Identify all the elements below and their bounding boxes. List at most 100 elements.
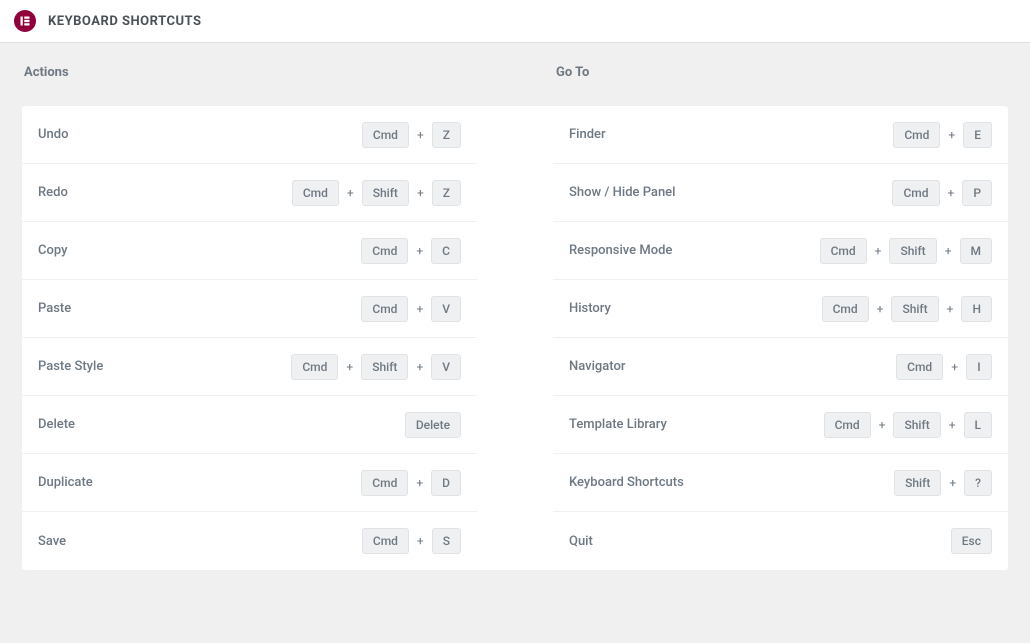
shortcut-row: Delete Delete <box>22 396 477 454</box>
key-separator: + <box>875 244 882 258</box>
shortcut-keys: Cmd + Shift + Z <box>292 180 461 206</box>
key: V <box>431 354 461 380</box>
key: I <box>966 354 992 380</box>
key: Cmd <box>361 296 408 322</box>
key: Shift <box>893 412 940 438</box>
key: E <box>963 122 992 148</box>
shortcut-label: Duplicate <box>38 475 93 490</box>
key-separator: + <box>879 418 886 432</box>
shortcut-row: History Cmd + Shift + H <box>553 280 1008 338</box>
key: ? <box>964 470 992 496</box>
key: Cmd <box>820 238 867 264</box>
dialog-body: Actions Go To Undo Cmd + Z Redo Cmd <box>0 43 1030 592</box>
shortcut-keys: Cmd + S <box>362 528 461 554</box>
key: S <box>432 528 461 554</box>
shortcut-keys: Delete <box>405 412 461 438</box>
shortcut-row: Redo Cmd + Shift + Z <box>22 164 477 222</box>
shortcut-keys: Cmd + Shift + M <box>820 238 992 264</box>
key-separator: + <box>346 360 353 374</box>
key: Z <box>432 122 461 148</box>
key: Shift <box>362 180 409 206</box>
shortcut-row: Copy Cmd + C <box>22 222 477 280</box>
shortcut-label: Paste Style <box>38 359 103 374</box>
key-separator: + <box>347 186 354 200</box>
shortcuts-panel: Undo Cmd + Z Redo Cmd + Shift + Z <box>22 106 1008 570</box>
key: V <box>431 296 461 322</box>
key-separator: + <box>416 476 423 490</box>
key-separator: + <box>417 534 424 548</box>
shortcut-label: Template Library <box>569 417 667 432</box>
key: H <box>961 296 992 322</box>
shortcut-label: Copy <box>38 243 67 258</box>
key-separator: + <box>416 244 423 258</box>
key: M <box>960 238 993 264</box>
shortcut-keys: Cmd + V <box>361 296 461 322</box>
key-separator: + <box>417 186 424 200</box>
key-separator: + <box>947 302 954 316</box>
shortcut-keys: Cmd + I <box>896 354 992 380</box>
key: D <box>431 470 461 496</box>
key: Cmd <box>822 296 869 322</box>
dialog-title: KEYBOARD SHORTCUTS <box>48 14 202 29</box>
key-separator: + <box>949 418 956 432</box>
column-actions: Undo Cmd + Z Redo Cmd + Shift + Z <box>22 106 515 570</box>
key: Shift <box>894 470 941 496</box>
key-separator: + <box>949 476 956 490</box>
shortcut-keys: Cmd + Shift + H <box>822 296 992 322</box>
key: L <box>964 412 992 438</box>
shortcut-label: Undo <box>38 127 68 142</box>
shortcut-keys: Cmd + Z <box>362 122 461 148</box>
shortcut-label: Redo <box>38 185 68 200</box>
section-headings: Actions Go To <box>22 65 1008 98</box>
shortcut-keys: Cmd + P <box>892 180 992 206</box>
key: P <box>962 180 992 206</box>
key-separator: + <box>951 360 958 374</box>
shortcut-label: Save <box>38 534 66 549</box>
key: Cmd <box>292 180 339 206</box>
key: Cmd <box>892 180 939 206</box>
key: C <box>431 238 461 264</box>
shortcut-keys: Cmd + Shift + L <box>824 412 992 438</box>
key: Shift <box>889 238 936 264</box>
elementor-logo-icon <box>14 10 36 32</box>
section-title-actions: Actions <box>22 65 514 98</box>
key-separator: + <box>945 244 952 258</box>
shortcut-label: Show / Hide Panel <box>569 185 675 200</box>
shortcut-label: Quit <box>569 534 593 549</box>
key-separator: + <box>417 128 424 142</box>
shortcut-label: Delete <box>38 417 75 432</box>
shortcut-keys: Cmd + E <box>893 122 992 148</box>
shortcut-label: Keyboard Shortcuts <box>569 475 684 490</box>
key: Cmd <box>291 354 338 380</box>
key: Shift <box>891 296 938 322</box>
key: Cmd <box>893 122 940 148</box>
shortcut-row: Paste Style Cmd + Shift + V <box>22 338 477 396</box>
shortcut-row: Finder Cmd + E <box>553 106 1008 164</box>
key-separator: + <box>948 186 955 200</box>
shortcut-label: History <box>569 301 611 316</box>
shortcut-row: Navigator Cmd + I <box>553 338 1008 396</box>
key: Delete <box>405 412 461 438</box>
shortcut-keys: Esc <box>951 528 992 554</box>
shortcut-row: Template Library Cmd + Shift + L <box>553 396 1008 454</box>
shortcut-keys: Shift + ? <box>894 470 992 496</box>
shortcut-row: Paste Cmd + V <box>22 280 477 338</box>
key-separator: + <box>416 302 423 316</box>
key: Z <box>432 180 461 206</box>
key-separator: + <box>948 128 955 142</box>
dialog-header: KEYBOARD SHORTCUTS <box>0 0 1030 43</box>
shortcut-row: Responsive Mode Cmd + Shift + M <box>553 222 1008 280</box>
key-separator: + <box>416 360 423 374</box>
key: Cmd <box>896 354 943 380</box>
shortcut-keys: Cmd + Shift + V <box>291 354 461 380</box>
key: Cmd <box>361 238 408 264</box>
shortcut-row: Undo Cmd + Z <box>22 106 477 164</box>
shortcut-keys: Cmd + D <box>361 470 461 496</box>
shortcut-label: Responsive Mode <box>569 243 672 258</box>
key: Esc <box>951 528 992 554</box>
shortcut-row: Keyboard Shortcuts Shift + ? <box>553 454 1008 512</box>
shortcut-label: Paste <box>38 301 71 316</box>
key: Cmd <box>824 412 871 438</box>
column-goto: Finder Cmd + E Show / Hide Panel Cmd + P <box>515 106 1008 570</box>
shortcut-keys: Cmd + C <box>361 238 461 264</box>
